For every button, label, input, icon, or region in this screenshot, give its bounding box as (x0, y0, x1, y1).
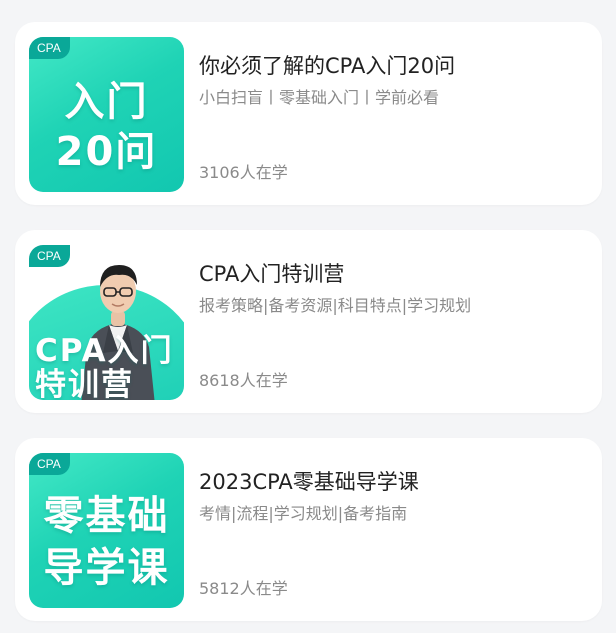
learner-count: 5812人在学 (199, 579, 288, 598)
thumbnail-text-line2: 导学课 (43, 545, 170, 591)
course-thumbnail[interactable]: CPA CPA入门 特训营 (29, 245, 184, 400)
course-title[interactable]: CPA入门特训营 (199, 258, 344, 288)
course-list: CPA 入门 20问 你必须了解的CPA入门20问 小白扫盲丨零基础入门丨学前必… (0, 0, 616, 633)
course-title[interactable]: 你必须了解的CPA入门20问 (199, 50, 455, 80)
course-thumbnail[interactable]: CPA 入门 20问 (29, 37, 184, 192)
thumbnail-text-line1: 零基础 (43, 493, 170, 539)
cpa-tag-badge: CPA (29, 245, 70, 267)
course-card[interactable]: CPA 零基础 导学课 2023CPA零基础导学课 考情|流程|学习规划|备考指… (15, 438, 602, 621)
learner-count: 3106人在学 (199, 163, 288, 182)
course-subtitle: 考情|流程|学习规划|备考指南 (199, 504, 408, 523)
learner-count: 8618人在学 (199, 371, 288, 390)
cpa-tag-badge: CPA (29, 37, 70, 59)
thumbnail-text-line2: 20问 (55, 129, 158, 175)
course-card[interactable]: CPA CPA入门 特训营 CPA入门特训营 报考策略|备考资源|科目特点|学习… (15, 230, 602, 413)
course-thumbnail[interactable]: CPA 零基础 导学课 (29, 453, 184, 608)
course-subtitle: 小白扫盲丨零基础入门丨学前必看 (199, 88, 440, 107)
thumbnail-text-line2: 特训营 (35, 367, 134, 400)
cpa-tag-badge: CPA (29, 453, 70, 475)
course-subtitle: 报考策略|备考资源|科目特点|学习规划 (199, 296, 472, 315)
course-card[interactable]: CPA 入门 20问 你必须了解的CPA入门20问 小白扫盲丨零基础入门丨学前必… (15, 22, 602, 205)
course-title[interactable]: 2023CPA零基础导学课 (199, 466, 419, 496)
